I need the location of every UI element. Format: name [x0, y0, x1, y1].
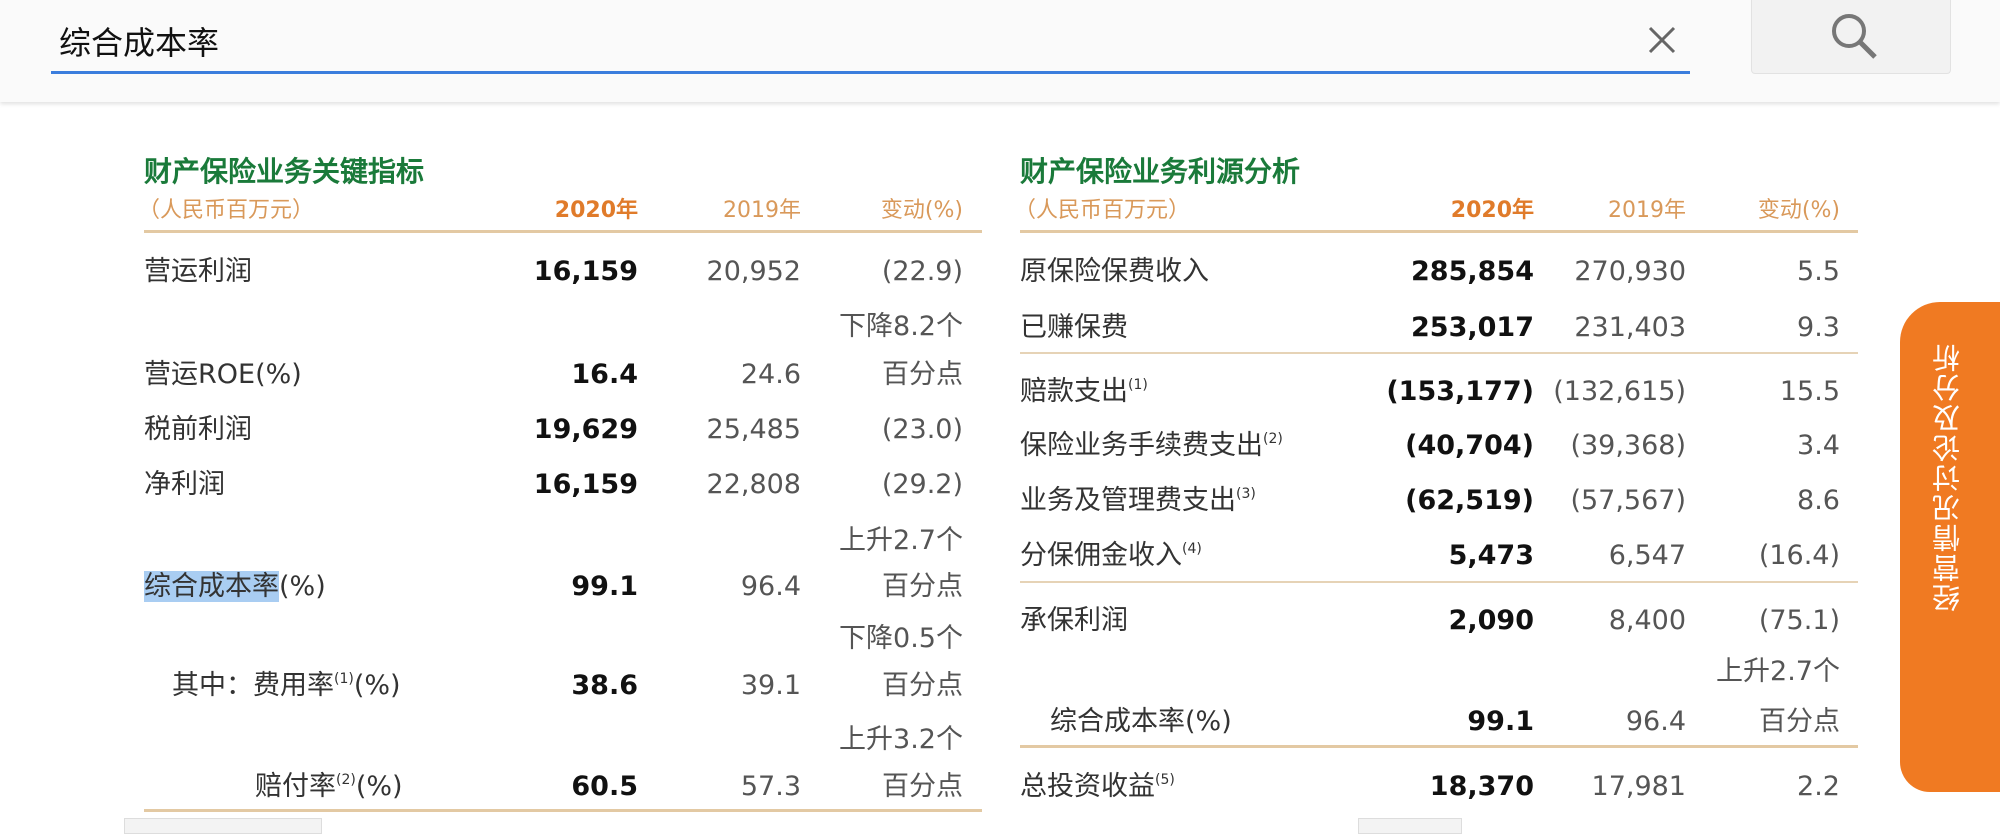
value-change: 上升2.7个 [839, 525, 963, 556]
value-change-unit: 百分点 [882, 571, 963, 602]
right-unit-label: （人民币百万元） [1014, 198, 1191, 223]
value-change: 上升3.2个 [839, 724, 963, 755]
divider [1020, 352, 1858, 354]
footnote-ref: (1) [334, 671, 354, 687]
label-text: 总投资收益 [1020, 771, 1155, 802]
row-label: 赔付率(2)(%) [255, 769, 403, 805]
value-change: 15.5 [1779, 376, 1840, 407]
row-label: 综合成本率(%) [144, 569, 326, 605]
divider [1020, 230, 1858, 233]
label-text: 分保佣金收入 [1020, 540, 1182, 571]
row-label: 税前利润 [144, 414, 252, 445]
side-tab-label: 经营情况讨论及分析 [1931, 342, 1964, 612]
label-suffix: (%) [355, 771, 403, 802]
value-change-unit: 百分点 [1759, 706, 1840, 737]
search-highlight: 综合成本率 [144, 571, 279, 602]
divider [1020, 745, 1858, 748]
label-text: 业务及管理费支出 [1020, 485, 1236, 516]
row-label: 营运利润 [144, 256, 252, 287]
row-label: 赔款支出(1) [1020, 374, 1148, 410]
search-input[interactable] [51, 10, 1690, 74]
row-label: 其中：费用率(1)(%) [172, 668, 401, 704]
clear-search-button[interactable] [1640, 18, 1684, 62]
label-text: 其中：费用率 [172, 670, 334, 701]
footnote-ref: (2) [336, 772, 356, 788]
value-change: (16.4) [1758, 540, 1840, 571]
value-change: 下降8.2个 [839, 311, 963, 342]
value-change: (23.0) [881, 414, 963, 445]
left-table-title: 财产保险业务关键指标 [144, 155, 425, 188]
value-change: 2.2 [1797, 771, 1840, 802]
label-suffix: (%) [279, 571, 326, 602]
left-unit-label: （人民币百万元） [138, 198, 315, 223]
value-change: 上升2.7个 [1716, 656, 1840, 687]
label-text: 保险业务手续费支出 [1020, 430, 1263, 461]
value-change: 5.5 [1797, 256, 1840, 287]
footnote-ref: (1) [1128, 377, 1148, 393]
label-suffix: (%) [353, 670, 401, 701]
label-text: 赔付率 [255, 771, 336, 802]
value-change: 8.6 [1797, 485, 1840, 516]
label-text: 赔款支出 [1020, 376, 1128, 407]
row-label: 综合成本率(%) [1050, 706, 1232, 737]
left-col-change: 变动(%) [880, 198, 963, 223]
row-label: 已赚保费 [1020, 312, 1128, 343]
search-icon [1832, 14, 1877, 59]
value-change-unit: 百分点 [882, 359, 963, 390]
row-label: 总投资收益(5) [1020, 769, 1175, 805]
value-change-unit: 百分点 [882, 771, 963, 802]
footnote-ref: (5) [1155, 772, 1175, 788]
row-label: 营运ROE(%) [144, 359, 302, 390]
row-label: 原保险保费收入 [1020, 256, 1209, 287]
footnote-ref: (4) [1182, 541, 1202, 557]
value-change: (22.9) [881, 256, 963, 287]
value-change: 9.3 [1797, 312, 1840, 343]
row-label: 业务及管理费支出(3) [1020, 483, 1256, 519]
close-icon [1648, 26, 1676, 54]
row-label: 分保佣金收入(4) [1020, 538, 1202, 574]
value-change: (29.2) [881, 469, 963, 500]
right-table-title: 财产保险业务利源分析 [1020, 155, 1301, 188]
value-change: 下降0.5个 [839, 623, 963, 654]
value-change: 3.4 [1797, 430, 1840, 461]
row-label: 净利润 [144, 469, 225, 500]
footnote-ref: (2) [1263, 431, 1283, 447]
row-label: 承保利润 [1020, 605, 1128, 636]
footnote-ref: (3) [1236, 486, 1256, 502]
row-label: 保险业务手续费支出(2) [1020, 428, 1283, 464]
value-change: (75.1) [1758, 605, 1840, 636]
section-side-tab[interactable]: 经营情况讨论及分析 [1900, 302, 2000, 792]
right-col-change: 变动(%) [1757, 198, 1840, 223]
divider [144, 809, 982, 812]
search-bar [0, 0, 2000, 102]
divider [1020, 581, 1858, 583]
divider [144, 230, 982, 233]
value-change-unit: 百分点 [882, 670, 963, 701]
search-button[interactable] [1751, 0, 1951, 74]
